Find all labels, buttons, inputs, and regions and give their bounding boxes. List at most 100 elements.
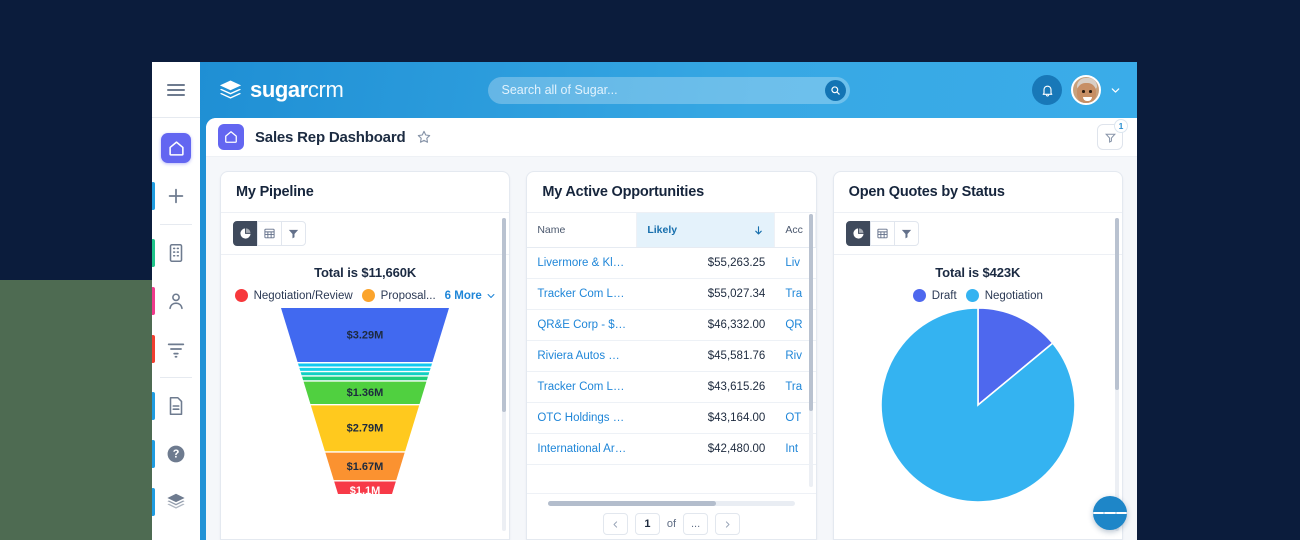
opportunity-name-link[interactable]: Riviera Autos Of ... bbox=[527, 341, 637, 371]
pagination: 1 of ... bbox=[602, 513, 741, 535]
sidebar-menu-button[interactable] bbox=[152, 62, 200, 118]
table-row[interactable]: QR&E Corp - $35... $46,332.00 QR bbox=[527, 310, 816, 341]
sidebar-item-documents[interactable] bbox=[152, 382, 200, 430]
filter-icon bbox=[901, 229, 911, 239]
main-column: sugarcrm Search all of Sugar... Sales Re… bbox=[200, 62, 1137, 540]
opportunity-likely-amount: $46,332.00 bbox=[707, 319, 766, 331]
pagination-of-label: of bbox=[666, 518, 677, 530]
table-row[interactable]: OTC Holdings - $... $43,164.00 OT bbox=[527, 403, 816, 434]
dashlet-toolbar bbox=[221, 213, 510, 255]
table-row[interactable]: Tracker Com LP ... $55,027.34 Tra bbox=[527, 279, 816, 310]
star-favorite-icon[interactable] bbox=[416, 129, 432, 145]
chart-view-button[interactable] bbox=[233, 221, 258, 246]
opportunity-name-link[interactable]: Livermore & Klei... bbox=[527, 248, 637, 278]
table-row[interactable]: Tracker Com LP ... $43,615.26 Tra bbox=[527, 372, 816, 403]
dashlet-title: My Active Opportunities bbox=[542, 184, 704, 200]
global-search[interactable] bbox=[487, 76, 850, 104]
legend-item[interactable]: Proposal... bbox=[361, 289, 436, 302]
funnel-segment[interactable] bbox=[302, 376, 429, 381]
pie-chart-svg bbox=[880, 307, 1076, 503]
funnel-segment-label: $1.1M bbox=[350, 485, 381, 494]
opportunity-name-link[interactable]: International Art I... bbox=[527, 434, 637, 464]
legend-item[interactable]: Negotiation bbox=[965, 289, 1043, 302]
opportunity-name-link[interactable]: OTC Holdings - $... bbox=[527, 403, 637, 433]
dashboard-actions-fab[interactable] bbox=[1093, 496, 1127, 530]
dashlet-filter-button[interactable] bbox=[281, 221, 306, 246]
dashboard-panel: Sales Rep Dashboard 1 My Pipeline Total … bbox=[206, 118, 1137, 540]
chevron-down-icon[interactable] bbox=[1110, 85, 1121, 96]
notifications-button[interactable] bbox=[1032, 75, 1062, 105]
funnel-segment[interactable] bbox=[299, 367, 431, 371]
chart-view-button[interactable] bbox=[845, 221, 871, 246]
funnel-legend: Negotiation/Review Proposal... 6 More bbox=[221, 289, 509, 302]
sidebar-item-accounts[interactable] bbox=[152, 229, 200, 277]
table-view-button[interactable] bbox=[869, 221, 895, 246]
sidebar-item-contacts[interactable] bbox=[152, 277, 200, 325]
dashlet-body: Total is $11,660K Negotiation/Review Pro… bbox=[221, 255, 509, 539]
legend-more-button[interactable]: 6 More bbox=[445, 290, 496, 302]
sidebar-rail bbox=[152, 62, 200, 540]
opportunity-likely-amount: $43,615.26 bbox=[707, 381, 766, 393]
vertical-scrollbar[interactable] bbox=[502, 218, 507, 531]
sidebar-item-help[interactable] bbox=[152, 430, 200, 478]
dashboard-home-chip[interactable] bbox=[218, 124, 244, 150]
previous-page-button[interactable] bbox=[602, 513, 628, 535]
sidebar-items bbox=[152, 118, 200, 526]
opportunity-likely-amount: $45,581.76 bbox=[707, 350, 766, 362]
vertical-scrollbar[interactable] bbox=[1114, 218, 1119, 531]
column-header-likely[interactable]: Likely bbox=[637, 213, 776, 247]
opportunity-name-link[interactable]: Tracker Com LP ... bbox=[527, 372, 637, 402]
next-page-button[interactable] bbox=[715, 513, 741, 535]
table-header-row: Name Likely Acc bbox=[527, 213, 816, 248]
pie-total-label: Total is $423K bbox=[935, 265, 1021, 280]
avatar[interactable] bbox=[1071, 75, 1101, 105]
column-header-name[interactable]: Name bbox=[527, 213, 638, 247]
funnel-chart: $3.29M $1.36M $2.79M $1.67M $1.1M bbox=[221, 308, 509, 494]
sidebar-item-more[interactable] bbox=[152, 478, 200, 526]
funnel-segment-label: $1.67M bbox=[347, 461, 384, 473]
dashlet-filter-button[interactable] bbox=[893, 221, 919, 246]
chevron-left-icon bbox=[613, 520, 618, 528]
table-row[interactable]: International Art I... $42,480.00 Int bbox=[527, 434, 816, 465]
table-view-button[interactable] bbox=[257, 221, 282, 246]
topbar-actions bbox=[1032, 75, 1121, 105]
top-navigation-bar: sugarcrm bbox=[200, 62, 1137, 118]
legend-label: Proposal... bbox=[380, 289, 436, 302]
legend-item[interactable]: Draft bbox=[912, 289, 957, 302]
filter-count-badge: 1 bbox=[1114, 119, 1128, 133]
funnel-segment[interactable] bbox=[298, 363, 433, 367]
dashboard-header: Sales Rep Dashboard 1 bbox=[206, 118, 1137, 157]
search-button[interactable] bbox=[824, 79, 846, 101]
sidebar-item-create[interactable] bbox=[152, 172, 200, 220]
search-input[interactable] bbox=[501, 83, 825, 97]
brand-logo[interactable]: sugarcrm bbox=[218, 77, 344, 103]
dashlet-body: Name Likely Acc Livermore & Klei... $55,2… bbox=[527, 213, 816, 539]
total-pages-button[interactable]: ... bbox=[683, 513, 709, 535]
sidebar-item-leads[interactable] bbox=[152, 325, 200, 373]
table-row[interactable]: Livermore & Klei... $55,263.25 Liv bbox=[527, 248, 816, 279]
legend-color-dot bbox=[965, 289, 979, 302]
legend-more-label: 6 More bbox=[444, 289, 482, 302]
sidebar-divider bbox=[160, 224, 192, 225]
vertical-scrollbar[interactable] bbox=[808, 214, 813, 487]
opportunity-name-link[interactable]: QR&E Corp - $35... bbox=[527, 310, 637, 340]
sort-desc-arrow-icon bbox=[755, 225, 763, 234]
dashboard-filter-button[interactable]: 1 bbox=[1097, 119, 1128, 150]
help-circle-icon bbox=[167, 445, 185, 463]
chevron-down-icon bbox=[487, 293, 495, 298]
filter-icon bbox=[1104, 133, 1116, 143]
funnel-segment[interactable] bbox=[300, 372, 430, 376]
dashlet-my-pipeline: My Pipeline Total is $11,660K Negotiatio… bbox=[220, 171, 511, 540]
pie-legend: Draft Negotiation bbox=[834, 289, 1122, 302]
funnel-total-label: Total is $11,660K bbox=[314, 265, 417, 280]
horizontal-scrollbar[interactable] bbox=[547, 501, 796, 506]
sidebar-item-home[interactable] bbox=[152, 124, 200, 172]
bell-notification-icon bbox=[1042, 85, 1052, 97]
dashlet-body: Total is $423K Draft Negotiation bbox=[834, 255, 1122, 539]
current-page-button[interactable]: 1 bbox=[634, 513, 660, 535]
building-icon bbox=[169, 243, 183, 263]
document-icon bbox=[169, 396, 183, 416]
table-row[interactable]: Riviera Autos Of ... $45,581.76 Riv bbox=[527, 341, 816, 372]
opportunity-name-link[interactable]: Tracker Com LP ... bbox=[527, 279, 637, 309]
legend-item[interactable]: Negotiation/Review bbox=[234, 289, 353, 302]
